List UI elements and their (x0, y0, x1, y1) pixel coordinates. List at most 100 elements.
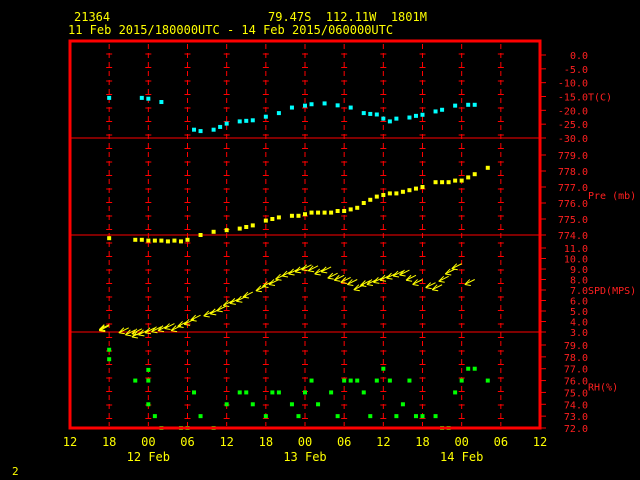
pressure-point (276, 215, 281, 220)
temperature-point (211, 127, 216, 132)
temperature-point (361, 111, 366, 116)
temperature-point (303, 103, 307, 108)
pressure-point (107, 236, 112, 241)
temperature-point (381, 116, 386, 121)
rh-point (407, 378, 412, 383)
rh-point (433, 414, 438, 419)
rh-point (453, 390, 458, 395)
y-tick-label: -15.0 (558, 93, 588, 104)
temperature-point (348, 105, 353, 110)
pressure-point (387, 191, 392, 196)
x-tick-label: 12 (219, 435, 233, 449)
y-tick-label: 5.0 (570, 307, 588, 318)
y-tick-label: -5.0 (564, 65, 588, 76)
rh-point (276, 390, 281, 395)
pressure-point (322, 210, 327, 215)
rh-point (107, 347, 112, 352)
x-tick-label: 12 (533, 435, 547, 449)
temperature-point (146, 96, 151, 101)
y-tick-label: 7.0 (570, 286, 588, 297)
pressure-point (303, 212, 307, 217)
x-tick-label: 06 (180, 435, 194, 449)
pressure-point (407, 188, 412, 193)
y-tick-label: 11.0 (564, 244, 588, 255)
pressure-point (139, 237, 144, 242)
pressure-point (198, 233, 203, 237)
temperature-point (276, 111, 281, 116)
y-tick-label: 4.0 (570, 318, 588, 329)
rh-point (198, 414, 203, 419)
x-tick-label: 18 (415, 435, 429, 449)
x-tick-label: 12 (376, 435, 390, 449)
pressure-point (453, 178, 458, 183)
y-tick-label: 8.0 (570, 276, 588, 287)
y-tick-label: 9.0 (570, 265, 588, 276)
pressure-point (159, 238, 164, 243)
temperature-point (263, 114, 268, 119)
temperature-point (139, 95, 144, 100)
rh-point (355, 378, 360, 383)
rh-point (146, 367, 151, 372)
y-tick-label: 72.0 (564, 424, 588, 435)
temperature-point (237, 119, 242, 124)
y-tick-label: 78.0 (564, 353, 588, 364)
y-tick-label: -25.0 (558, 120, 588, 131)
temperature-point (368, 111, 373, 116)
pressure-point (361, 201, 366, 205)
pressure-point (466, 175, 471, 180)
y-tick-label: 79.0 (564, 341, 588, 352)
pressure-point (211, 229, 216, 234)
rh-point (146, 402, 151, 407)
temperature-point (440, 107, 445, 112)
y-tick-label: 74.0 (564, 400, 588, 411)
meteogram-chart: 21364 79.47S 112.11W 1801M 11 Feb 2015/1… (0, 0, 640, 480)
pressure-point (224, 228, 229, 233)
chart-background (0, 0, 640, 480)
rh-point (459, 378, 464, 383)
temperature-point (466, 102, 471, 107)
temperature-point (394, 116, 399, 121)
pressure-point (400, 189, 405, 194)
page-number: 2 (12, 465, 19, 478)
temperature-point (472, 102, 477, 107)
pressure-point (244, 225, 249, 229)
rh-point (394, 414, 399, 419)
y-tick-label: 774.0 (558, 231, 588, 242)
rh-point (289, 402, 294, 407)
temperature-point (433, 109, 438, 114)
x-tick-label: 00 (141, 435, 155, 449)
pressure-point (172, 238, 177, 243)
pressure-point (355, 205, 360, 210)
x-tick-label: 06 (494, 435, 508, 449)
rh-point (244, 390, 249, 395)
pressure-point (420, 185, 425, 189)
temperature-point (198, 129, 203, 134)
y-tick-label: 775.0 (558, 215, 588, 226)
rh-point (420, 414, 425, 419)
rh-point (303, 390, 307, 395)
pressure-point (133, 237, 138, 242)
y-tick-label: 3.0 (570, 328, 588, 339)
y-tick-label: 778.0 (558, 167, 588, 178)
rh-point (329, 390, 334, 395)
y-axis-label: T(C) (588, 93, 612, 104)
pressure-point (152, 238, 157, 243)
rh-point (152, 414, 157, 419)
x-tick-label: 06 (337, 435, 351, 449)
y-axis-label: SPD(MPS) (588, 286, 636, 297)
x-tick-label: 18 (259, 435, 273, 449)
rh-point (192, 390, 197, 395)
rh-point (146, 378, 151, 383)
temperature-point (453, 103, 458, 108)
rh-point (348, 378, 353, 383)
y-tick-label: 75.0 (564, 388, 588, 399)
rh-point (361, 390, 366, 395)
pressure-point (342, 209, 347, 213)
pressure-point (433, 180, 438, 185)
time-period: 11 Feb 2015/180000UTC - 14 Feb 2015/0600… (68, 23, 393, 37)
pressure-point (394, 191, 399, 196)
rh-point (270, 390, 275, 395)
pressure-point (335, 209, 340, 213)
temperature-point (244, 118, 249, 123)
temperature-point (407, 115, 412, 120)
